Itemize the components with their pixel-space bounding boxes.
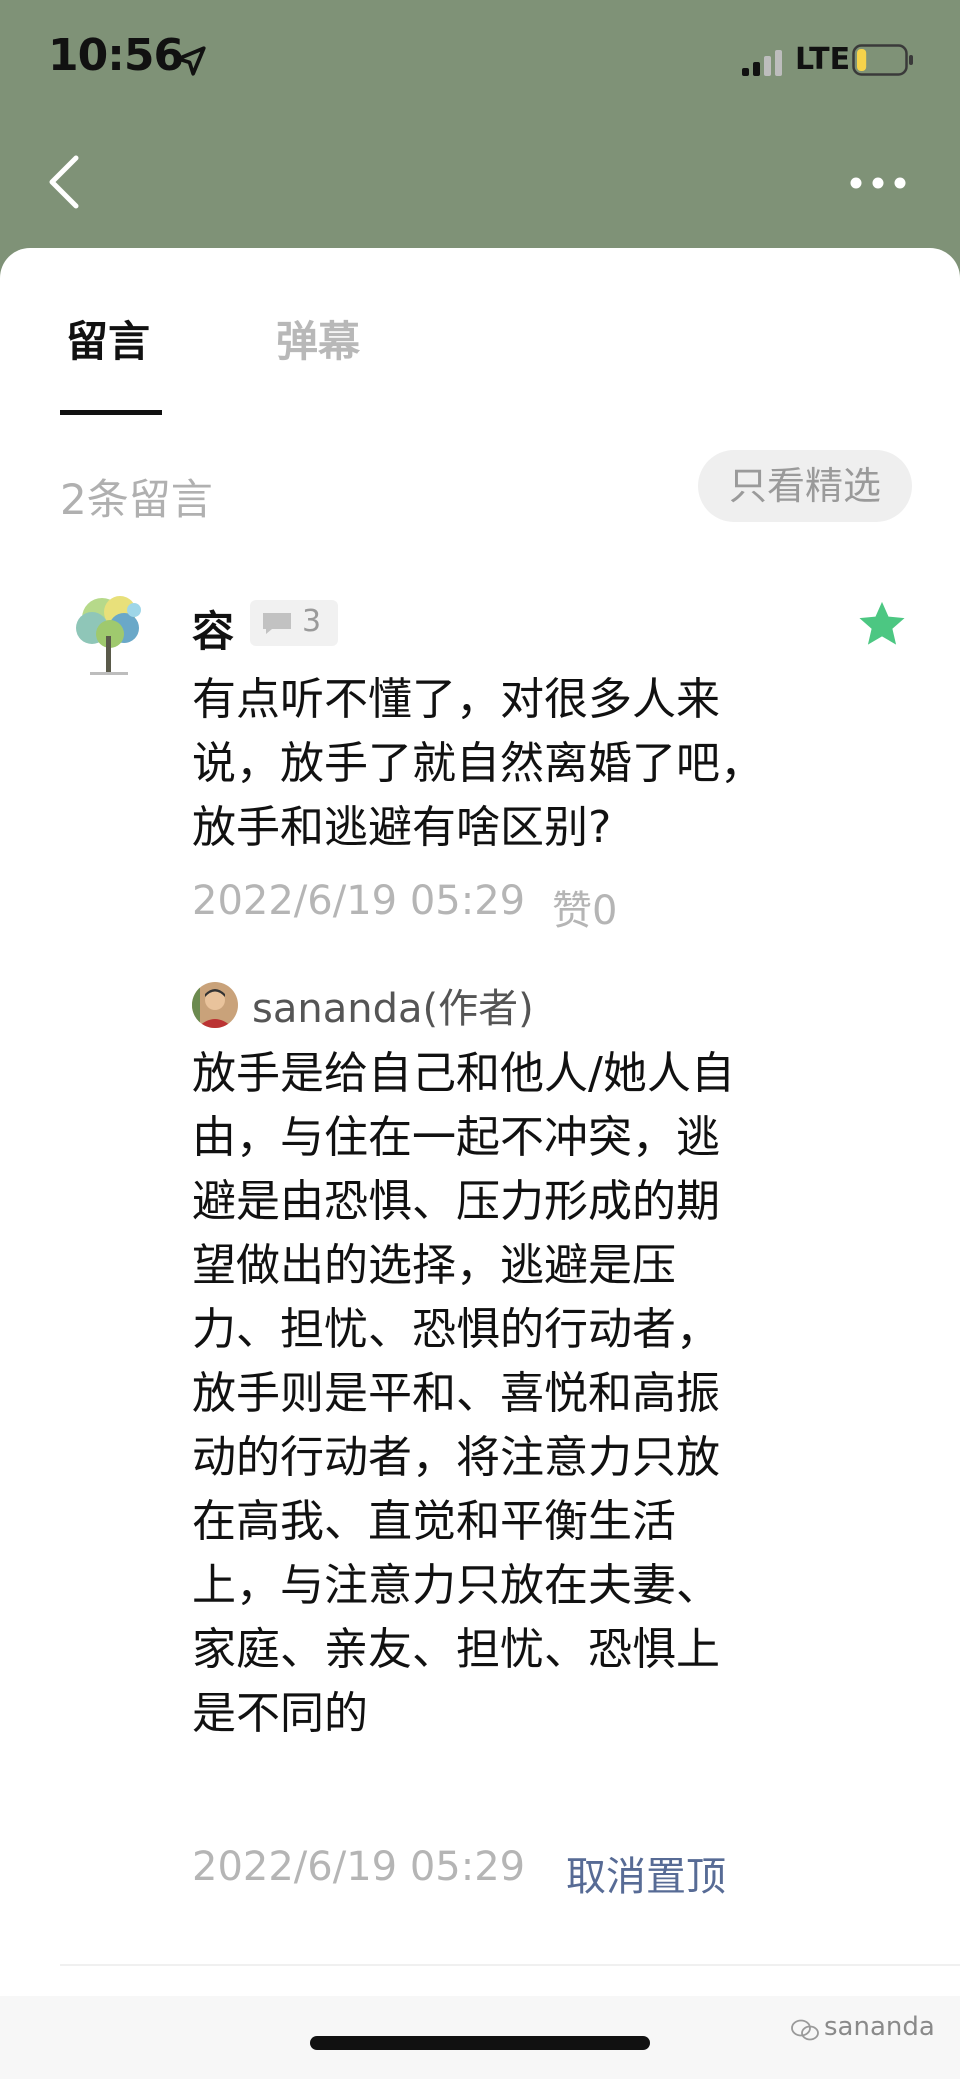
wechat-icon xyxy=(791,2019,819,2041)
battery-icon xyxy=(852,44,913,76)
user-name: 容 xyxy=(192,607,235,656)
comment-count: 2条留言 xyxy=(60,475,213,524)
reply-time: 2022/6/19 05:29 xyxy=(192,1844,526,1890)
divider xyxy=(60,1964,960,1966)
signal-icon xyxy=(742,50,782,76)
reply-count: 3 xyxy=(302,604,322,639)
tab-comments[interactable]: 留言 xyxy=(66,308,150,369)
star-icon xyxy=(859,601,905,645)
comment-text: 有点听不懂了，对很多人来说，放手了就自然离婚了吧，放手和逃避有啥区别? xyxy=(192,674,764,853)
active-tab-indicator xyxy=(60,410,162,415)
status-bar: 10:56 LTE xyxy=(0,0,960,120)
like-count[interactable]: 赞0 xyxy=(552,878,617,936)
comment-time: 2022/6/19 05:29 xyxy=(192,878,526,924)
comment-bubble-icon xyxy=(263,613,291,634)
author-reply-text: 放手是给自己和他人/她人自由，与住在一起不冲突，逃避是由恐惧、压力形成的期望做出… xyxy=(192,1048,735,1739)
network-type: LTE xyxy=(795,42,851,77)
reply-count-badge[interactable]: 3 xyxy=(250,600,338,646)
author-name: sananda(作者) xyxy=(252,986,534,1032)
watermark-text: sananda xyxy=(824,2012,935,2042)
home-indicator[interactable] xyxy=(310,2036,650,2050)
user-avatar[interactable] xyxy=(62,588,158,684)
unpin-button[interactable]: 取消置顶 xyxy=(566,1844,726,1902)
featured-only-button[interactable]: 只看精选 xyxy=(698,450,912,522)
tab-danmu[interactable]: 弹幕 xyxy=(276,308,360,369)
author-avatar[interactable] xyxy=(192,982,238,1028)
status-time: 10:56 xyxy=(48,30,184,81)
location-arrow-icon xyxy=(176,46,206,76)
comments-sheet: 留言 弹幕 2条留言 只看精选 容 3 有点听不懂了，对很多人来说，放手了就自然… xyxy=(0,248,960,2079)
back-icon[interactable] xyxy=(44,152,88,212)
more-icon[interactable] xyxy=(848,168,908,198)
